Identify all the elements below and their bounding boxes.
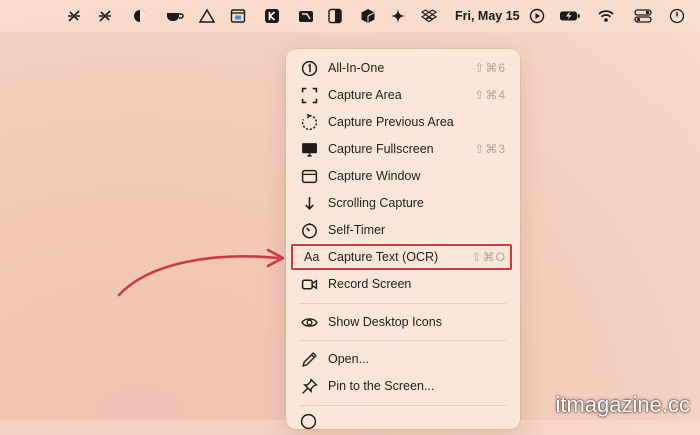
package-icon[interactable] [360,8,376,24]
menu-item-label: Capture Fullscreen [328,142,434,156]
pin-icon [300,377,318,395]
watermark: itmagazine.cc [555,392,690,417]
menu-item-label: All-In-One [328,61,385,75]
menu-item-label: Capture Area [328,88,402,102]
ocr-highlight-box [291,244,512,270]
arrow-down-icon [300,194,318,212]
menu-item-show-desktop-icons[interactable]: Show Desktop Icons [286,309,520,335]
menu-separator [300,303,506,304]
menu-item-pin-to-screen[interactable]: Pin to the Screen... [286,373,520,399]
menu-item-label: Pin to the Screen... [328,379,435,393]
all-in-one-icon [300,59,318,77]
record-icon [300,275,318,293]
triangle-icon[interactable] [199,8,215,24]
fullscreen-icon [300,140,318,158]
menu-item-label: Show Desktop Icons [328,315,442,329]
coffee-icon[interactable] [165,8,185,24]
menu-item-shortcut: ⇧⌘3 [474,142,506,156]
sparkle-icon[interactable] [390,8,406,24]
battery-icon[interactable] [559,8,581,24]
menu-item-scrolling-capture[interactable]: Scrolling Capture [286,190,520,216]
play-icon[interactable] [529,8,545,24]
menu-item-capture-previous-area[interactable]: Capture Previous Area [286,109,520,135]
menu-item-capture-fullscreen[interactable]: Capture Fullscreen ⇧⌘3 [286,136,520,162]
menu-separator [300,340,506,341]
app-tool-icon[interactable] [97,8,113,24]
menu-item-label: Scrolling Capture [328,196,424,210]
eye-icon [300,313,318,331]
dropbox-icon[interactable] [421,8,437,24]
menu-item-label: Open... [328,352,369,366]
menu-item-label: Record Screen [328,277,412,291]
app-tool-icon[interactable] [66,8,82,24]
menu-item-all-in-one[interactable]: All-In-One ⇧⌘6 [286,55,520,81]
window-app-icon[interactable] [230,8,246,24]
menu-item-label: Self-Timer [328,223,386,237]
menu-item-shortcut: ⇧⌘6 [474,61,506,75]
capture-area-icon [300,86,318,104]
clock-icon[interactable] [669,8,685,24]
menu-item-label: Capture Previous Area [328,115,454,129]
screenshot-app-menu: All-In-One ⇧⌘6 Capture Area ⇧⌘4 Capture … [286,49,520,431]
menu-bar: Fri, May 15 [0,0,700,32]
partial-next-item-icon [300,413,318,431]
k-app-icon[interactable] [264,8,280,24]
menu-item-label: Capture Window [328,169,421,183]
control-center-icon[interactable] [634,8,652,24]
menu-item-capture-area[interactable]: Capture Area ⇧⌘4 [286,82,520,108]
window-icon [300,167,318,185]
screenshot-app-icon[interactable] [298,8,314,24]
split-icon[interactable] [327,8,343,24]
menu-item-record-screen[interactable]: Record Screen [286,271,520,297]
menu-item-shortcut: ⇧⌘4 [474,88,506,102]
menu-item-capture-window[interactable]: Capture Window [286,163,520,189]
wifi-icon[interactable] [598,8,614,24]
menu-separator [300,405,506,406]
display-icon[interactable] [132,8,148,24]
menu-item-open[interactable]: Open... [286,346,520,372]
menubar-date[interactable]: Fri, May 15 [455,8,520,24]
previous-area-icon [300,113,318,131]
pencil-icon [300,350,318,368]
menu-item-self-timer[interactable]: Self-Timer [286,217,520,243]
timer-icon [300,221,318,239]
